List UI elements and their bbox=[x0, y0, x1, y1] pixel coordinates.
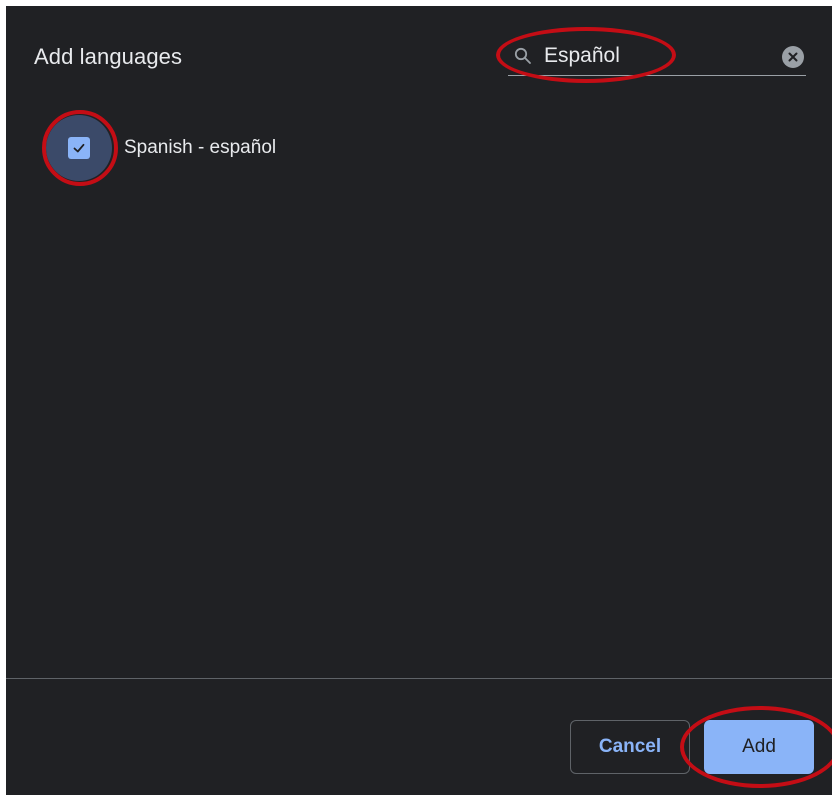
search-field[interactable] bbox=[508, 36, 806, 76]
language-label: Spanish - español bbox=[124, 137, 277, 158]
dialog-title: Add languages bbox=[34, 44, 183, 69]
language-checkbox[interactable] bbox=[68, 137, 90, 159]
add-button[interactable]: Add bbox=[704, 720, 814, 774]
language-item-spanish[interactable]: Spanish - español bbox=[46, 114, 546, 182]
checkmark-icon bbox=[73, 143, 85, 153]
footer-divider bbox=[6, 678, 832, 679]
search-underline bbox=[508, 75, 806, 76]
search-input[interactable] bbox=[544, 40, 764, 72]
cancel-button[interactable]: Cancel bbox=[570, 720, 690, 774]
clear-icon[interactable] bbox=[782, 46, 804, 68]
add-languages-dialog: Add languages Spanish - español bbox=[6, 6, 832, 795]
checkbox-ripple bbox=[46, 115, 112, 181]
search-icon bbox=[514, 47, 532, 65]
